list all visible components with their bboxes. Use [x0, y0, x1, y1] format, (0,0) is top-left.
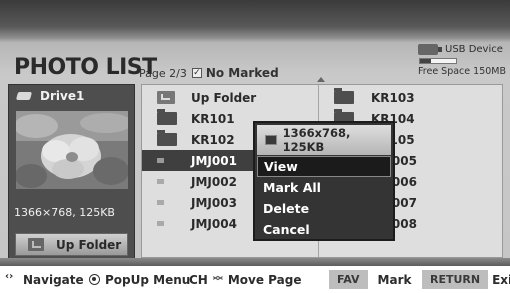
device-label: USB Device [445, 44, 503, 55]
drive-panel: Drive1 1366×768, 125KB Up Folder [8, 84, 135, 259]
usb-icon [418, 44, 442, 55]
screen-bottom-bar [0, 258, 510, 266]
legend-exit-label: Exit [492, 272, 510, 287]
popup-item-delete[interactable]: Delete [257, 198, 391, 219]
popup-menu: 1366x768, 125KB View Mark All Delete Cancel [253, 121, 395, 241]
popup-item-cancel[interactable]: Cancel [257, 219, 391, 240]
folder-icon [157, 109, 177, 125]
folder-icon [334, 88, 354, 104]
photo-file-icon [157, 158, 164, 163]
photo-preview [16, 111, 128, 189]
file-list-item[interactable]: Up Folder [142, 87, 318, 108]
legend-popup-menu-label: PopUp Menu [105, 272, 191, 287]
ok-button-icon [89, 274, 100, 285]
legend-mark: FAV Mark [329, 266, 411, 293]
fav-key[interactable]: FAV [329, 270, 368, 289]
page-indicator: Page 2/3 [139, 66, 187, 80]
tv-screen: PHOTO LIST Page 2/3 ✓ No Marked USB Devi… [0, 0, 510, 266]
legend-popup-menu: PopUp Menu [89, 266, 190, 293]
resolution-info: 1366×768, 125KB [14, 206, 115, 219]
marked-status: No Marked [205, 66, 279, 80]
file-list-item-label: JMJ004 [191, 216, 237, 231]
drive-selector[interactable]: Drive1 [9, 85, 134, 107]
channel-up-down-icon: ︿ ﹀ [212, 270, 223, 288]
file-list-item-label: KR102 [191, 132, 235, 147]
storage-bar-fill [420, 59, 431, 63]
file-list-item-label: JMJ003 [191, 195, 237, 210]
popup-header-label: 1366x768, 125KB [282, 126, 351, 154]
usb-device-info: USB Device Free Space 150MB [418, 44, 508, 77]
file-list-item-label: KR101 [191, 111, 235, 126]
up-folder-icon [157, 91, 175, 104]
legend-move-page: CH ︿ ﹀ Move Page [189, 266, 301, 293]
flower-thumbnail-image [16, 111, 128, 189]
storage-bar [419, 58, 457, 64]
popup-item-view[interactable]: View [257, 156, 391, 177]
drive-icon [15, 92, 33, 100]
file-list-item-label: Up Folder [191, 90, 257, 105]
file-list-item-label: KR103 [371, 90, 415, 105]
legend-move-page-label: Move Page [227, 272, 302, 287]
up-folder-icon [28, 238, 44, 251]
popup-item-mark-all[interactable]: Mark All [257, 177, 391, 198]
up-folder-button[interactable]: Up Folder [15, 233, 128, 256]
image-icon [265, 135, 277, 145]
page-info: Page 2/3 ✓ No Marked [139, 66, 279, 80]
folder-icon [157, 130, 177, 146]
up-folder-button-label: Up Folder [56, 237, 122, 252]
scroll-up-arrow-icon[interactable] [317, 77, 325, 82]
drive-label: Drive1 [40, 89, 85, 103]
free-space-label: Free Space 150MB [418, 66, 506, 77]
file-list-item[interactable]: KR103 [319, 87, 502, 108]
legend-navigate: Navigate [5, 266, 84, 293]
file-list-item-label: JMJ002 [191, 174, 237, 189]
legend-mark-label: Mark [377, 272, 412, 287]
file-list-item-label: JMJ001 [191, 153, 237, 168]
photo-file-icon [157, 200, 164, 205]
popup-header: 1366x768, 125KB [257, 125, 391, 155]
return-key[interactable]: RETURN [422, 270, 489, 289]
legend-navigate-label: Navigate [23, 272, 84, 287]
photo-file-icon [157, 221, 164, 226]
legend-exit: RETURN Exit [422, 266, 510, 293]
key-legend: Navigate PopUp Menu CH ︿﹀ Move Page FAV … [0, 266, 510, 293]
photo-file-icon [157, 179, 164, 184]
page-title: PHOTO LIST [14, 55, 157, 80]
checkbox-icon: ✓ [191, 68, 202, 78]
navigate-arrows-icon [5, 271, 18, 286]
legend-ch-label: CH [189, 272, 208, 287]
